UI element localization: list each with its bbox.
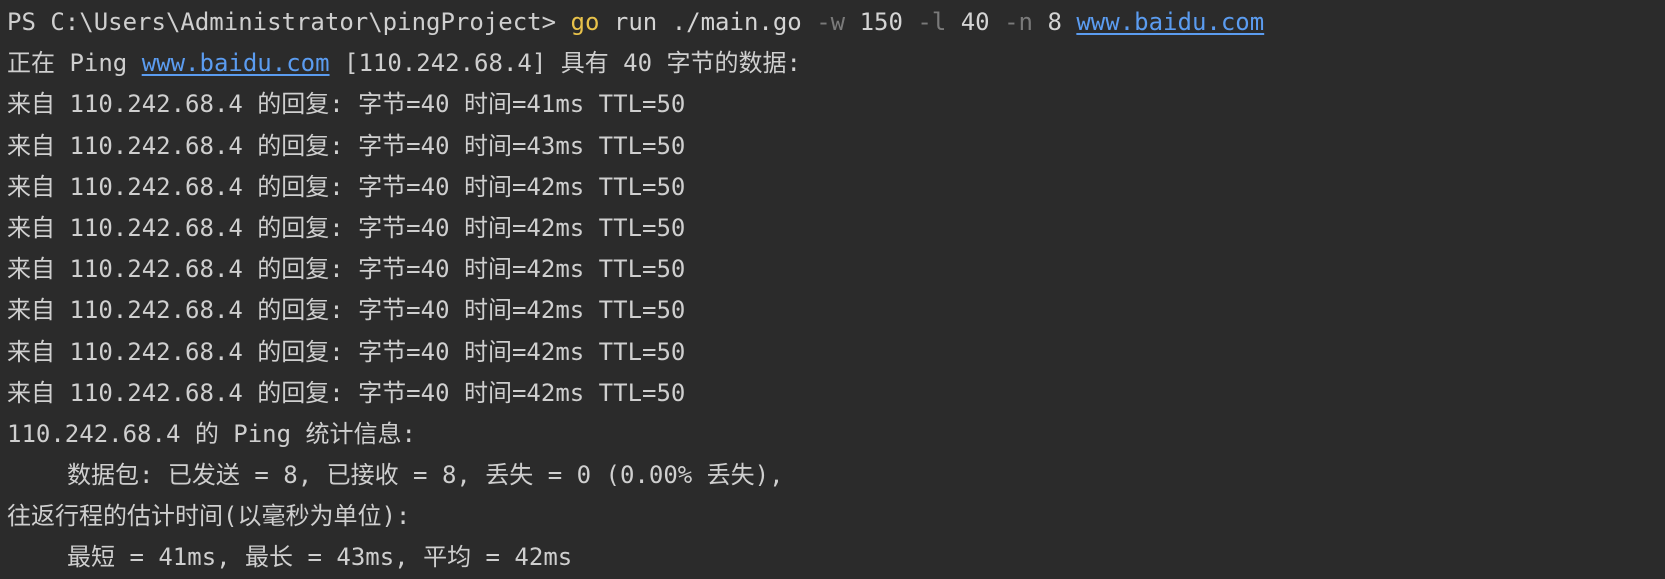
stats-title: 110.242.68.4 的 Ping 统计信息:: [7, 419, 416, 448]
terminal-output[interactable]: PS C:\Users\Administrator\pingProject> g…: [0, 0, 1665, 576]
ping-header: 正在 Ping www.baidu.com [110.242.68.4] 具有 …: [7, 43, 1665, 84]
reply-line: 来自 110.242.68.4 的回复: 字节=40 时间=41ms TTL=5…: [7, 90, 686, 119]
flag-w: -w: [816, 8, 846, 36]
flag-l: -l: [917, 8, 947, 36]
command-line: PS C:\Users\Administrator\pingProject> g…: [7, 2, 1665, 43]
command-host-link[interactable]: www.baidu.com: [1076, 8, 1264, 36]
reply-line: 来自 110.242.68.4 的回复: 字节=40 时间=42ms TTL=5…: [7, 337, 686, 366]
value-l: 40: [960, 8, 990, 36]
reply-line: 来自 110.242.68.4 的回复: 字节=40 时间=42ms TTL=5…: [7, 255, 686, 284]
flag-n: -n: [1004, 8, 1033, 36]
value-n: 8: [1047, 8, 1062, 36]
reply-line: 来自 110.242.68.4 的回复: 字节=40 时间=42ms TTL=5…: [7, 213, 686, 242]
rtt-title: 往返行程的估计时间(以毫秒为单位):: [7, 502, 411, 531]
command-sub: run: [613, 8, 658, 36]
reply-line: 来自 110.242.68.4 的回复: 字节=40 时间=42ms TTL=5…: [7, 172, 686, 201]
shell-prompt: PS C:\Users\Administrator\pingProject>: [7, 8, 571, 36]
packets-summary: 数据包: 已发送 = 8, 已接收 = 8, 丢失 = 0 (0.00% 丢失)…: [67, 461, 784, 490]
value-w: 150: [859, 8, 903, 36]
command-file: ./main.go: [671, 8, 802, 36]
command-program: go: [570, 8, 600, 36]
rtt-summary: 最短 = 41ms, 最长 = 43ms, 平均 = 42ms: [67, 543, 573, 572]
ping-header-suffix: [110.242.68.4] 具有 40 字节的数据:: [329, 49, 801, 78]
reply-line: 来自 110.242.68.4 的回复: 字节=40 时间=42ms TTL=5…: [7, 378, 686, 407]
reply-line: 来自 110.242.68.4 的回复: 字节=40 时间=43ms TTL=5…: [7, 131, 686, 160]
reply-line: 来自 110.242.68.4 的回复: 字节=40 时间=42ms TTL=5…: [7, 296, 686, 325]
ping-header-prefix: 正在 Ping: [7, 49, 142, 78]
ping-header-host-link[interactable]: www.baidu.com: [142, 49, 330, 77]
